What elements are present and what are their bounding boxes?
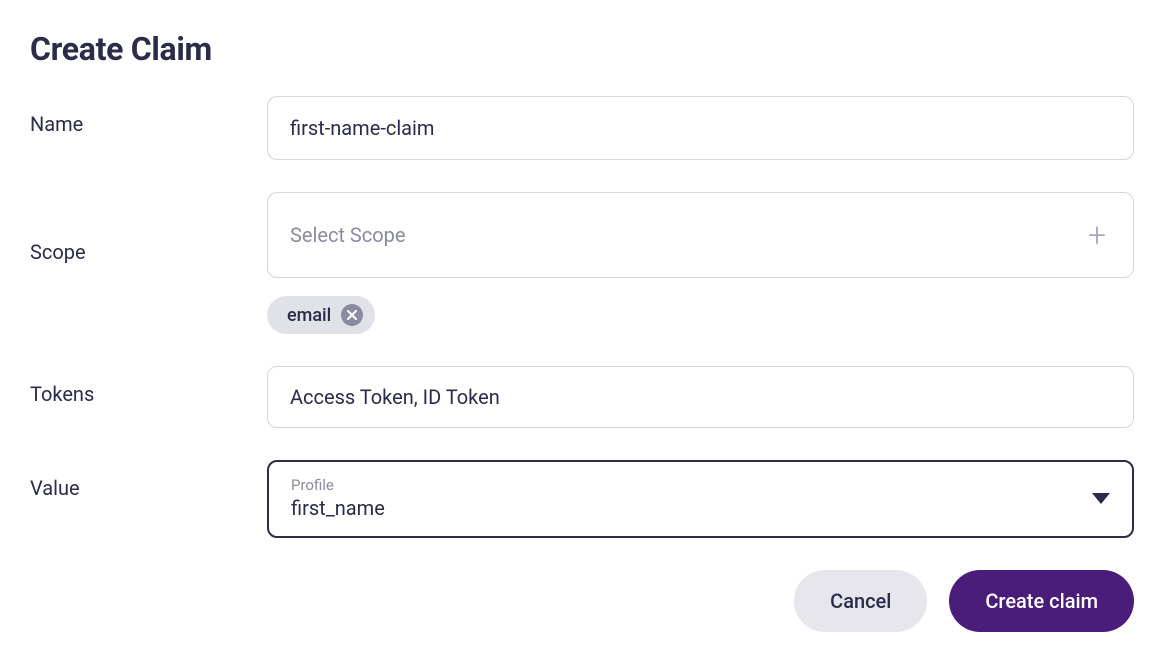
scope-placeholder: Select Scope: [290, 223, 406, 247]
cancel-button[interactable]: Cancel: [794, 570, 927, 632]
scope-chip-row: email: [267, 296, 1134, 334]
field-row-scope: Scope Select Scope + email: [30, 192, 1134, 334]
scope-chip-label: email: [287, 305, 331, 326]
value-selected: first_name: [291, 496, 385, 520]
scope-chip-email: email: [267, 296, 375, 334]
tokens-value: Access Token, ID Token: [290, 385, 500, 409]
plus-icon: +: [1083, 221, 1111, 249]
value-select[interactable]: Profile first_name: [267, 460, 1134, 538]
value-sublabel: Profile: [291, 476, 385, 494]
scope-label: Scope: [30, 192, 267, 264]
name-label: Name: [30, 96, 267, 136]
value-label: Value: [30, 460, 267, 500]
name-input[interactable]: [267, 96, 1134, 160]
tokens-select[interactable]: Access Token, ID Token: [267, 366, 1134, 428]
field-row-tokens: Tokens Access Token, ID Token: [30, 366, 1134, 428]
create-claim-dialog: Create Claim Name Scope Select Scope + e…: [30, 30, 1134, 632]
create-claim-button[interactable]: Create claim: [949, 570, 1134, 632]
button-row: Cancel Create claim: [30, 570, 1134, 632]
field-row-name: Name: [30, 96, 1134, 160]
tokens-label: Tokens: [30, 366, 267, 406]
page-title: Create Claim: [30, 30, 1134, 68]
close-icon[interactable]: [341, 304, 363, 326]
chevron-down-icon: [1092, 493, 1110, 504]
scope-select[interactable]: Select Scope +: [267, 192, 1134, 278]
field-row-value: Value Profile first_name: [30, 460, 1134, 538]
